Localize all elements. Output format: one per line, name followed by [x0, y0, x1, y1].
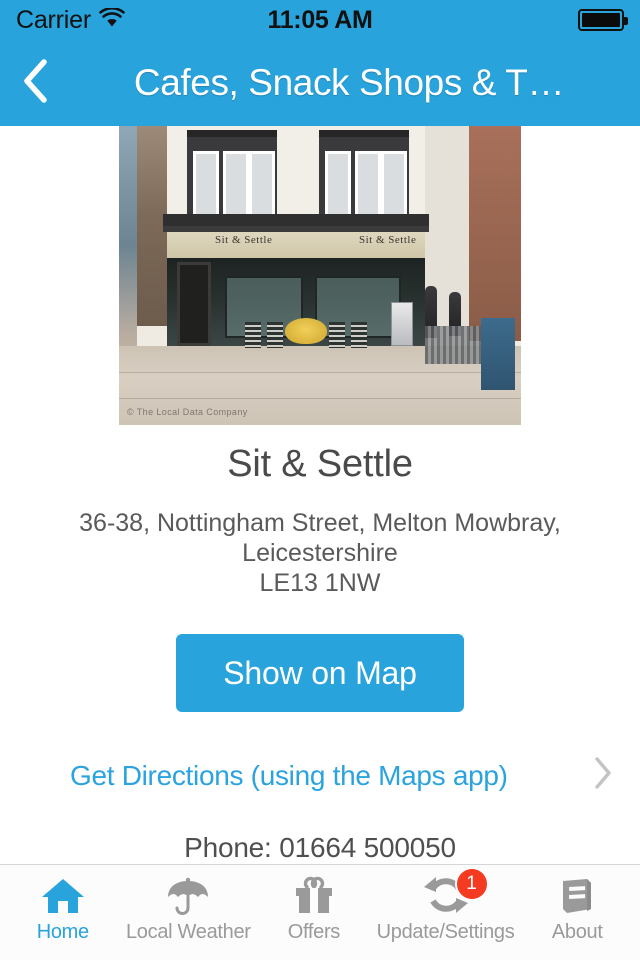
- address-line-1: 36-38, Nottingham Street, Melton Mowbray…: [79, 509, 561, 537]
- photo-window-pane: [355, 151, 381, 217]
- photo-window-pane: [223, 151, 249, 217]
- status-bar-left: Carrier: [16, 6, 125, 35]
- photo-litter-bin: [481, 318, 515, 390]
- photo-window-pane: [249, 151, 275, 217]
- photo-sign-board: [391, 302, 413, 346]
- photo-shop-door: [177, 262, 211, 346]
- photo-window-pane: [193, 151, 219, 217]
- photo-paving-line: [119, 372, 521, 373]
- photo-right-building: [469, 126, 521, 341]
- address-line-2: Leicestershire: [242, 539, 398, 567]
- home-icon: [40, 873, 86, 919]
- navigation-bar: Cafes, Snack Shops & T…: [0, 40, 640, 126]
- map-button-container: Show on Map: [0, 634, 640, 712]
- battery-fill: [582, 13, 620, 27]
- photo-paving-line: [119, 398, 521, 399]
- tab-bar: Home Local Weather Offers 1 Update/Setti…: [0, 864, 640, 960]
- umbrella-icon: [165, 873, 211, 919]
- book-icon: [554, 873, 600, 919]
- business-address: 36-38, Nottingham Street, Melton Mowbray…: [0, 508, 640, 598]
- wifi-icon: [99, 6, 125, 33]
- photo-bay-window-right: [319, 130, 409, 218]
- back-button[interactable]: [0, 40, 72, 126]
- gift-icon: [291, 873, 337, 919]
- address-line-3: LE13 1NW: [259, 569, 381, 597]
- tab-label-about: About: [551, 921, 603, 943]
- photo-watermark: © The Local Data Company: [127, 407, 248, 417]
- battery-cap: [624, 17, 628, 25]
- photo-window-pane: [381, 151, 407, 217]
- status-bar: Carrier 11:05 AM: [0, 0, 640, 40]
- update-badge: 1: [456, 869, 487, 899]
- photo-yellow-awning: [285, 318, 327, 344]
- tab-home[interactable]: Home: [0, 873, 126, 944]
- photo-bay-window-left: [187, 130, 277, 218]
- get-directions-label: Get Directions (using the Maps app): [70, 760, 508, 791]
- status-bar-right: [578, 9, 628, 31]
- business-name: Sit & Settle: [227, 443, 413, 485]
- page-title: Cafes, Snack Shops & T…: [133, 62, 565, 103]
- storefront-photo: Sit & Settle Sit & Settle © The Local Da…: [119, 126, 521, 425]
- app-screen: Carrier 11:05 AM Cafes, Snack Shops & T……: [0, 0, 640, 960]
- tab-label-home: Home: [36, 921, 89, 943]
- phone-number: Phone: 01664 500050: [184, 832, 456, 863]
- photo-chair: [267, 322, 283, 348]
- detail-content: Sit & Settle Sit & Settle © The Local Da…: [0, 126, 640, 864]
- photo-bench: [425, 326, 485, 364]
- refresh-icon: 1: [423, 869, 487, 919]
- photo-sign-text-left: Sit & Settle: [215, 234, 273, 246]
- photo-chair: [245, 322, 261, 348]
- tab-offers[interactable]: Offers: [251, 873, 377, 944]
- tab-label-offers: Offers: [287, 921, 341, 943]
- tab-label-update-settings: Update/Settings: [376, 921, 515, 943]
- show-on-map-button[interactable]: Show on Map: [176, 634, 464, 712]
- get-directions-row[interactable]: Get Directions (using the Maps app): [0, 742, 640, 810]
- photo-window-pane: [325, 151, 351, 217]
- photo-sign-text-right: Sit & Settle: [359, 234, 417, 246]
- tab-update-settings[interactable]: 1 Update/Settings: [376, 869, 515, 944]
- tab-label-local-weather: Local Weather: [125, 921, 251, 943]
- tab-local-weather[interactable]: Local Weather: [126, 873, 252, 944]
- chevron-right-icon: [592, 754, 614, 799]
- photo-chair: [351, 322, 367, 348]
- tab-about[interactable]: About: [514, 873, 640, 944]
- battery-full-icon: [578, 9, 628, 31]
- chevron-left-icon: [21, 56, 51, 111]
- carrier-label: Carrier: [16, 5, 91, 34]
- photo-chair: [329, 322, 345, 348]
